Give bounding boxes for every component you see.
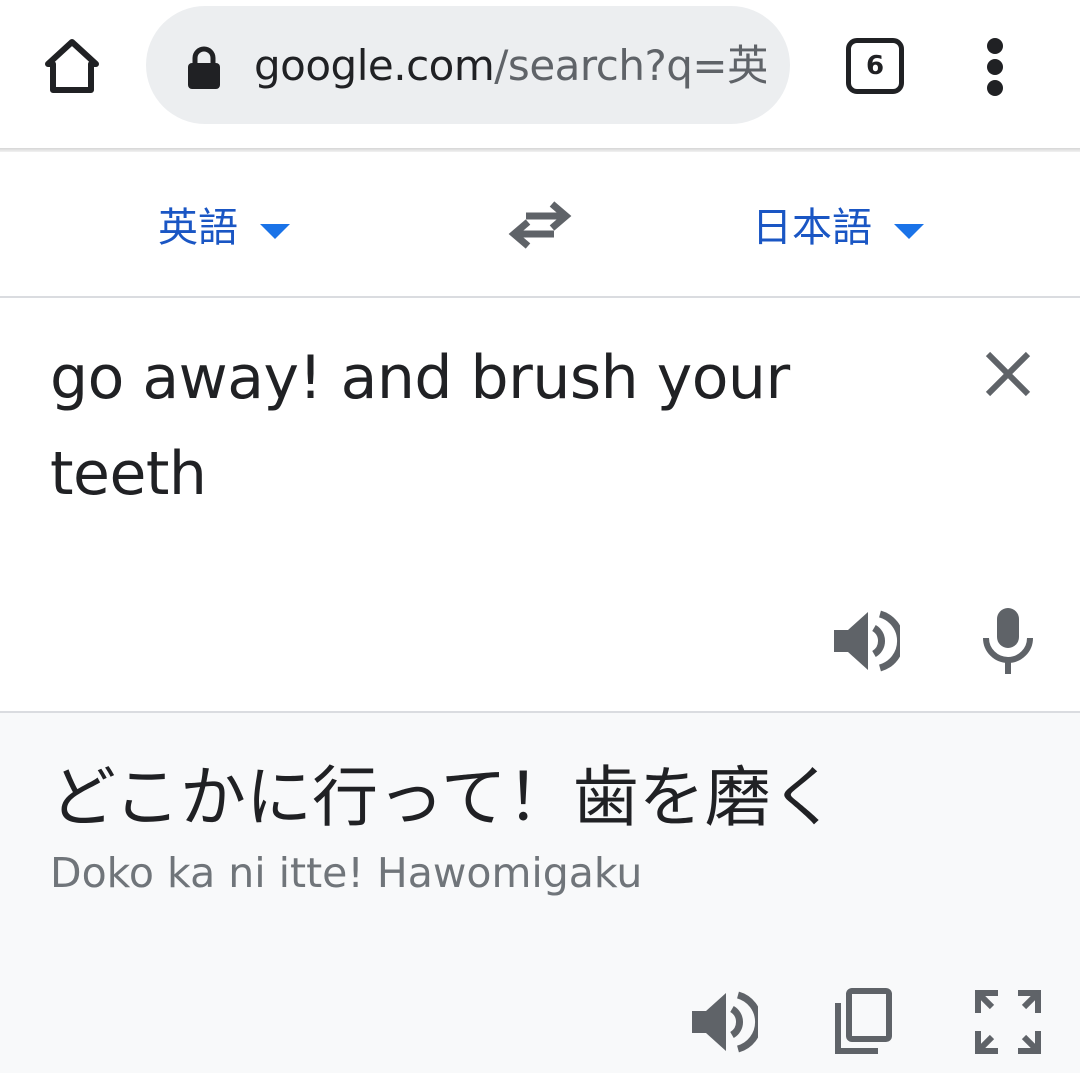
tab-count: 6	[865, 51, 885, 81]
fullscreen-icon[interactable]	[974, 989, 1042, 1055]
target-language-label: 日本語	[752, 205, 872, 251]
home-button[interactable]	[36, 30, 108, 102]
tab-switcher-button[interactable]: 6	[846, 38, 904, 94]
lock-icon	[188, 46, 220, 89]
romanization-text: Doko ka ni itte! Hawomigaku	[50, 849, 643, 897]
speaker-icon[interactable]	[686, 987, 758, 1057]
source-panel: go away! and brush your teeth	[0, 300, 1080, 711]
home-icon	[45, 39, 99, 93]
translation-panel: どこかに行って！歯を磨く Doko ka ni itte! Hawomigaku	[0, 711, 1080, 1073]
copy-icon[interactable]	[832, 987, 894, 1057]
translated-text: どこかに行って！歯を磨く	[50, 759, 837, 836]
url-text[interactable]: google.com/search?q=英	[254, 38, 766, 94]
language-bar: 英語 日本語	[0, 152, 1080, 298]
url-host: google.com	[254, 41, 495, 90]
chevron-down-icon	[894, 223, 924, 239]
chevron-down-icon	[260, 223, 290, 239]
swap-icon[interactable]	[506, 198, 574, 252]
close-icon[interactable]	[976, 342, 1040, 406]
source-language-select[interactable]: 英語	[158, 200, 290, 256]
mic-icon[interactable]	[978, 604, 1038, 678]
browser-toolbar: google.com/search?q=英 6	[0, 0, 1080, 150]
source-language-label: 英語	[158, 205, 238, 251]
speaker-icon[interactable]	[828, 606, 900, 676]
source-text-input[interactable]: go away! and brush your teeth	[50, 330, 930, 522]
url-path: /search?q=英	[494, 41, 766, 90]
target-language-select[interactable]: 日本語	[752, 200, 924, 256]
address-bar[interactable]: google.com/search?q=英	[146, 6, 790, 124]
more-vert-icon[interactable]	[972, 36, 1020, 98]
